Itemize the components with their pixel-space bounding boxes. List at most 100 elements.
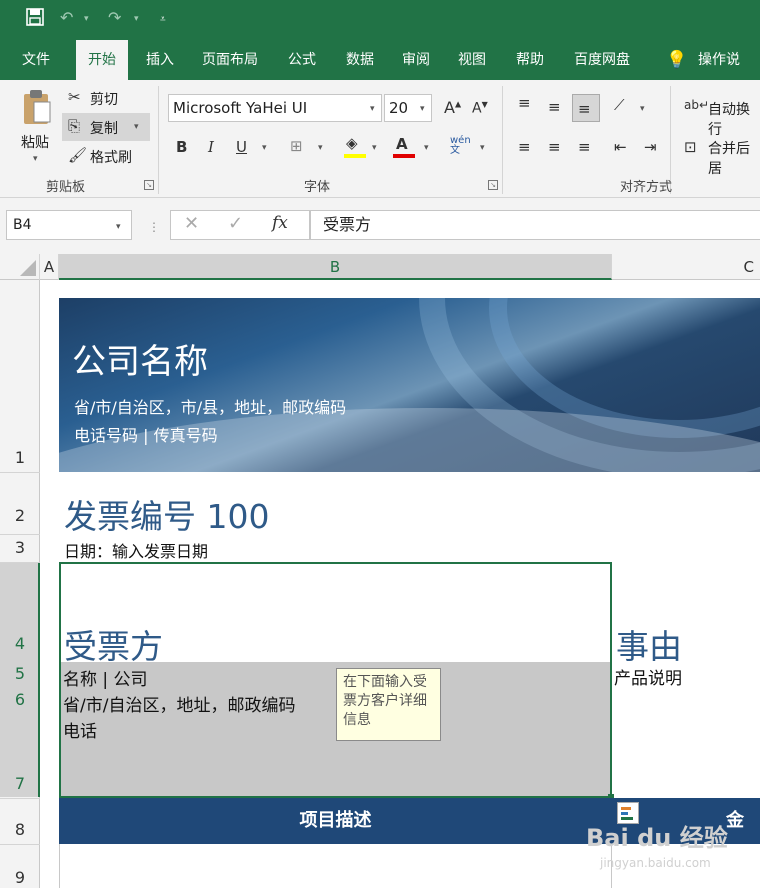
tab-file[interactable]: 文件 — [10, 40, 62, 80]
row-divider — [0, 534, 40, 535]
borders-icon[interactable]: ⊞ — [290, 137, 303, 155]
column-header-a[interactable]: A — [40, 254, 59, 280]
row-header-8[interactable]: 8 — [0, 820, 40, 839]
align-left-icon[interactable]: ≡ — [518, 138, 531, 156]
copy-dropdown-icon[interactable]: ▾ — [134, 122, 139, 132]
company-phone-fax[interactable]: 电话号码 | 传真号码 — [74, 422, 218, 446]
phonetic-dropdown-icon[interactable]: ▾ — [480, 143, 485, 153]
invoice-date[interactable]: 日期：输入发票日期 — [64, 538, 208, 562]
watermark-url: jingyan.baidu.com — [600, 856, 711, 870]
tab-page-layout[interactable]: 页面布局 — [190, 40, 270, 80]
phonetic-icon[interactable]: wén 文 — [450, 136, 471, 156]
row-header-1[interactable]: 1 — [0, 448, 40, 467]
italic-button[interactable]: I — [208, 138, 214, 156]
format-painter-button[interactable]: 格式刷 — [90, 147, 132, 167]
orientation-dropdown-icon[interactable]: ▾ — [640, 104, 645, 114]
row-header-4[interactable]: 4 — [0, 634, 40, 653]
bill-to-name[interactable]: 名称 | 公司 — [63, 665, 148, 690]
clipboard-launcher-icon[interactable]: ↘ — [144, 180, 154, 190]
underline-dropdown-icon[interactable]: ▾ — [262, 143, 267, 153]
wrap-text-button[interactable]: 自动换行 — [708, 99, 760, 139]
save-icon[interactable] — [26, 8, 44, 30]
align-middle-icon[interactable]: ≡ — [548, 98, 561, 116]
underline-button[interactable]: U — [236, 138, 247, 156]
font-color-dropdown-icon[interactable]: ▾ — [424, 143, 429, 153]
name-box[interactable]: B4 — [6, 210, 132, 240]
font-size-dropdown-icon[interactable]: ▾ — [420, 104, 425, 114]
company-name[interactable]: 公司名称 — [72, 334, 208, 383]
decrease-indent-icon[interactable]: ⇤ — [614, 138, 627, 156]
title-bar: ↶ ▾ ↷ ▾ ⩡ — [0, 0, 760, 40]
cancel-icon[interactable]: ✕ — [184, 213, 199, 234]
row-divider — [0, 844, 40, 845]
tab-baidu-netdisk[interactable]: 百度网盘 — [562, 40, 642, 80]
row-header-5[interactable]: 5 — [0, 664, 40, 683]
align-right-icon[interactable]: ≡ — [578, 138, 591, 156]
scissors-icon[interactable]: ✂ — [68, 88, 81, 106]
row-header-9[interactable]: 9 — [0, 868, 40, 887]
paste-button[interactable] — [20, 88, 54, 128]
align-bottom-icon: ≡ — [578, 100, 591, 118]
merge-center-button[interactable]: 合并后居 — [708, 138, 760, 178]
copy-icon: ⎘ — [68, 117, 81, 135]
excel-window: ↶ ▾ ↷ ▾ ⩡ 文件 开始 插入 页面布局 公式 数据 审阅 视图 帮助 百… — [0, 0, 760, 888]
fill-color-icon[interactable]: ◈ — [346, 134, 358, 152]
select-all-corner[interactable] — [0, 254, 40, 280]
copy-label: 复制 — [90, 121, 118, 137]
column-headers: A B C — [0, 254, 760, 280]
column-header-c[interactable]: C — [612, 254, 760, 280]
font-launcher-icon[interactable]: ↘ — [488, 180, 498, 190]
tab-help[interactable]: 帮助 — [504, 40, 556, 80]
tab-view[interactable]: 视图 — [446, 40, 498, 80]
bold-button[interactable]: B — [176, 138, 187, 156]
row-header-3[interactable]: 3 — [0, 538, 40, 557]
header-amount[interactable]: 金额 — [726, 798, 760, 877]
tab-home[interactable]: 开始 — [76, 40, 128, 80]
font-name-dropdown-icon[interactable]: ▾ — [370, 104, 375, 114]
shrink-font-icon[interactable]: A▼ — [472, 100, 488, 117]
row-header-6[interactable]: 6 — [0, 690, 40, 709]
bill-to-address[interactable]: 省/市/自治区，地址，邮政编码 — [63, 691, 295, 716]
align-top-icon[interactable]: ≡ — [518, 94, 531, 112]
wrap-text-icon[interactable]: ab↵ — [684, 98, 709, 112]
tab-insert[interactable]: 插入 — [134, 40, 186, 80]
company-address[interactable]: 省/市/自治区，市/县，地址，邮政编码 — [74, 394, 346, 418]
paste-dropdown-icon[interactable]: ▾ — [33, 154, 38, 164]
name-box-dropdown-icon[interactable]: ▾ — [116, 222, 121, 232]
tell-me-search[interactable]: 操作说明 — [686, 40, 760, 108]
enter-icon[interactable]: ✓ — [228, 213, 243, 234]
row-header-2[interactable]: 2 — [0, 506, 40, 525]
tab-formulas[interactable]: 公式 — [276, 40, 328, 80]
invoice-number[interactable]: 发票编号 100 — [64, 490, 269, 538]
column-header-b[interactable]: B — [59, 254, 612, 280]
undo-icon[interactable]: ↶ — [60, 8, 73, 27]
orientation-icon[interactable]: ⟋ — [614, 96, 625, 114]
redo-dropdown-icon[interactable]: ▾ — [134, 14, 139, 24]
header-item-description[interactable]: 项目描述 — [59, 798, 612, 844]
merge-center-icon[interactable]: ⊡ — [684, 138, 697, 156]
row-headers: 1 2 3 4 5 6 7 8 9 — [0, 280, 40, 888]
reason-heading[interactable]: 事由 — [616, 620, 682, 668]
bill-to-phone[interactable]: 电话 — [63, 717, 97, 742]
tab-review[interactable]: 审阅 — [390, 40, 442, 80]
undo-dropdown-icon[interactable]: ▾ — [84, 14, 89, 24]
cut-button[interactable]: 剪切 — [90, 89, 118, 109]
font-name-select[interactable]: Microsoft YaHei UI — [168, 94, 382, 122]
increase-indent-icon[interactable]: ⇥ — [644, 138, 657, 156]
row-header-7[interactable]: 7 — [0, 774, 40, 793]
align-center-icon[interactable]: ≡ — [548, 138, 561, 156]
customize-icon[interactable]: ⩡ — [160, 14, 166, 25]
grow-font-icon[interactable]: A▲ — [444, 98, 461, 117]
insert-function-button[interactable]: fx — [272, 213, 288, 233]
fill-color-dropdown-icon[interactable]: ▾ — [372, 143, 377, 153]
format-painter-icon[interactable]: 🖌 — [68, 146, 87, 164]
tab-data[interactable]: 数据 — [334, 40, 386, 80]
bill-to-heading[interactable]: 受票方 — [64, 620, 163, 668]
borders-dropdown-icon[interactable]: ▾ — [318, 143, 323, 153]
formula-input[interactable]: 受票方 — [310, 210, 760, 240]
lightbulb-icon[interactable]: 💡 — [666, 50, 687, 70]
product-description[interactable]: 产品说明 — [614, 664, 682, 689]
font-color-icon[interactable]: A — [396, 135, 408, 153]
paste-label[interactable]: 粘贴 — [21, 132, 49, 152]
redo-icon[interactable]: ↷ — [108, 8, 121, 27]
